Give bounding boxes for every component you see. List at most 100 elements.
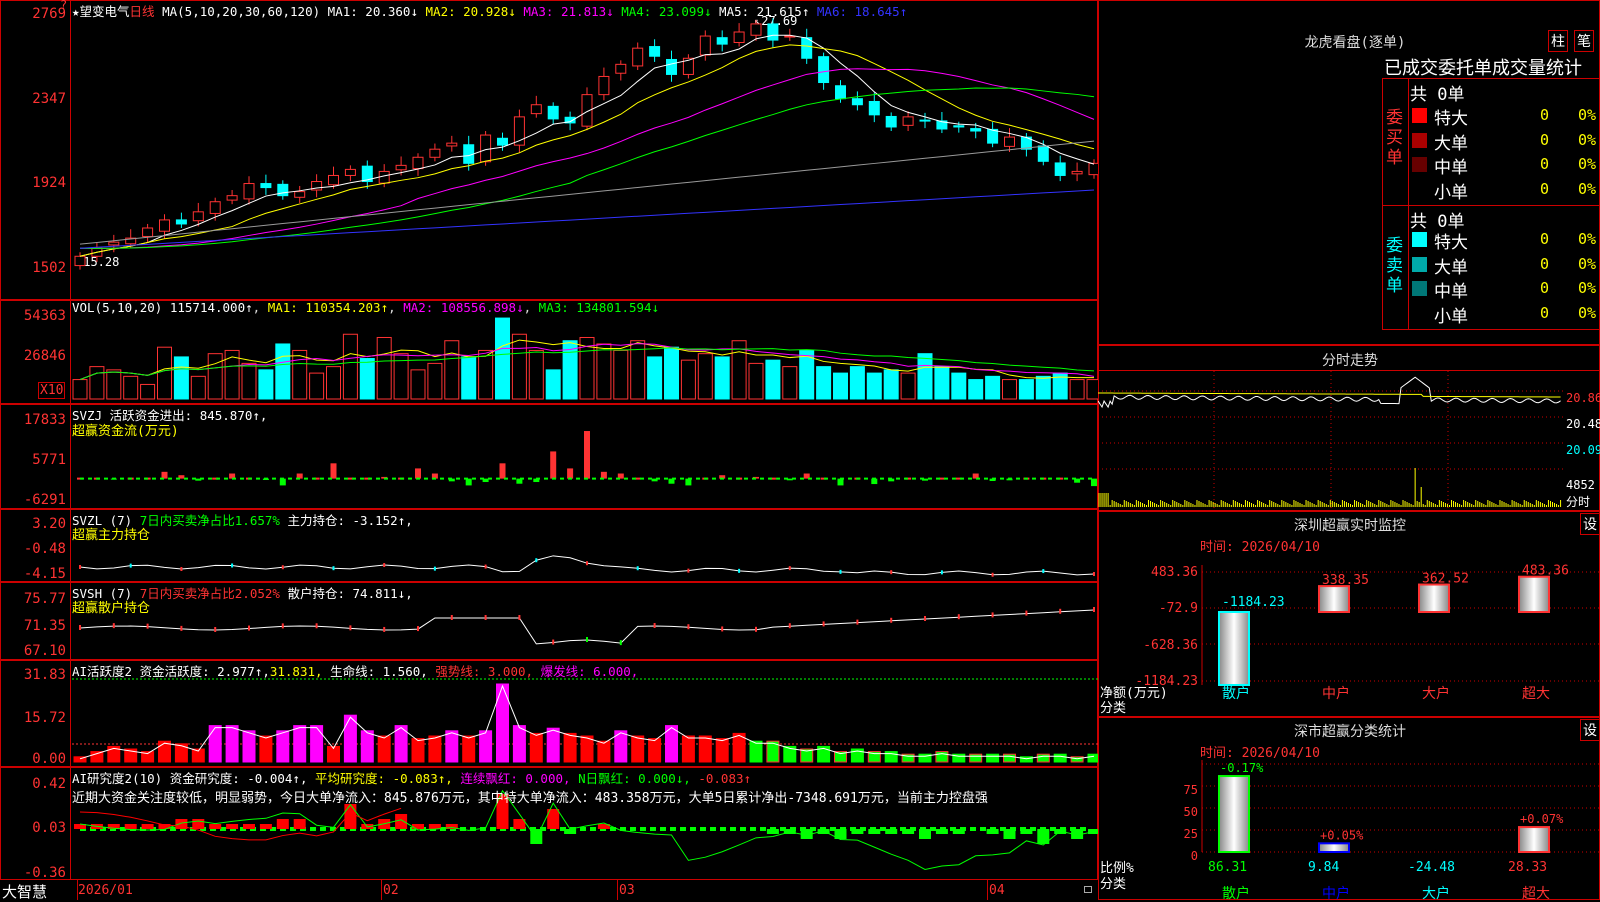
candle-body <box>716 37 728 45</box>
ai1-ytick: 31.83 <box>23 667 66 683</box>
svzj-zero-dash <box>480 477 484 480</box>
tick-mode-button[interactable]: 笔 <box>1574 30 1594 52</box>
svzl-ytick: -0.48 <box>23 541 66 557</box>
ai1-bar <box>174 743 188 763</box>
lhb-row-name: 中单 <box>1434 282 1468 302</box>
volume-bar <box>748 362 764 400</box>
svzj-zero-dash <box>384 477 388 480</box>
svzj-zero-dash <box>128 477 132 480</box>
ai2-bar <box>952 829 965 834</box>
svsh-ytick: 67.10 <box>23 643 66 659</box>
class-value: -24.48 <box>1408 860 1455 875</box>
svzj-ytick: -6291 <box>23 492 66 508</box>
svzj-zero-dash <box>792 477 796 480</box>
svzj-zero-dash <box>800 477 804 480</box>
svzj-zero-dash <box>1088 477 1092 480</box>
svsh-mark <box>1059 608 1062 614</box>
candle-body <box>547 105 559 120</box>
vol-ma2: MA2: 108556.898↓ <box>403 300 524 315</box>
svzj-bar <box>584 431 590 479</box>
svzl-mark <box>636 566 639 571</box>
candle-body <box>902 116 914 126</box>
ma-line <box>79 44 1095 257</box>
ai2-bar <box>243 824 255 829</box>
svzj-zero-dash <box>600 477 604 480</box>
class-change: -0.17% <box>1220 761 1264 775</box>
candle-body <box>767 23 779 41</box>
svzj-zero-dash <box>344 477 348 480</box>
realtime-svg: -1184.23 散户 338.35 中户 362.52 大户 483.36 超大 <box>1201 564 1600 702</box>
svsh-mark <box>1093 607 1095 612</box>
svsh-mark <box>450 615 453 620</box>
ai2-bar <box>1020 829 1033 834</box>
lhb-swatch <box>1412 305 1427 321</box>
svzj-zero-dash <box>424 477 428 480</box>
ai2-bar <box>851 829 864 834</box>
svzl-mark <box>788 566 791 571</box>
ai2-bar <box>226 824 239 829</box>
svzj-zero-dash <box>784 477 788 480</box>
main-ytick: 1924 <box>32 175 66 191</box>
svzj-zero-dash <box>320 477 324 480</box>
ma2-value: MA2: 20.928↓ <box>425 4 516 19</box>
svzj-zero-dash <box>968 477 972 480</box>
ai2-zero-dash <box>760 827 766 831</box>
period-label[interactable]: 日线 <box>130 4 155 19</box>
svzj-zero-dash <box>744 477 748 480</box>
ai1-bar <box>479 730 493 763</box>
candle-body <box>1004 136 1015 147</box>
class-settings-button[interactable]: 设 <box>1580 719 1600 741</box>
class-bar <box>1318 842 1350 853</box>
volume-bar <box>241 362 257 400</box>
ai2-zero-dash <box>690 827 696 831</box>
volume-bar <box>968 379 984 400</box>
candle-body <box>480 134 492 163</box>
volume-bar <box>1018 379 1034 400</box>
svzj-zero-dash <box>848 477 852 480</box>
intraday-svg <box>1098 371 1564 510</box>
candle-body <box>987 128 999 144</box>
candle-body <box>970 128 982 132</box>
realtime-settings-button[interactable]: 设 <box>1580 513 1600 535</box>
volume-bar <box>495 317 510 400</box>
svzj-bar <box>499 463 506 479</box>
svzj-zero-dash <box>80 477 84 480</box>
lhb-row-pct: 0% <box>1578 279 1597 297</box>
svzj-zero-dash <box>440 477 444 480</box>
svsh-mark <box>552 639 555 645</box>
svzl-mark <box>1042 569 1045 574</box>
svzj-zero-dash <box>216 477 220 480</box>
candle-body <box>750 23 762 36</box>
ai2-cont: 连续飘红: 0.000, <box>460 771 571 786</box>
svzj-bar <box>600 471 607 479</box>
volume-bar <box>545 369 561 400</box>
ai1-bar <box>681 735 695 763</box>
svzj-zero-dash <box>464 477 468 480</box>
svzj-zero-dash <box>664 477 668 480</box>
svzj-zero-dash <box>144 477 148 480</box>
ai2-zero-dash <box>750 827 756 831</box>
svzj-zero-dash <box>896 477 900 480</box>
svzj-zero-dash <box>824 477 828 480</box>
svsh-mark <box>822 621 825 627</box>
svzj-zero-dash <box>776 477 780 480</box>
bar-mode-button[interactable]: 柱 <box>1548 30 1568 52</box>
svzj-zero-dash <box>960 477 964 480</box>
class-value: 28.33 <box>1508 860 1547 875</box>
svzl-mark <box>687 568 690 573</box>
lhb-swatch <box>1412 256 1427 272</box>
svzj-zero-dash <box>256 477 260 480</box>
svzl-mark <box>484 564 487 569</box>
ai2-bar <box>124 824 137 829</box>
ai2-bar <box>919 829 931 839</box>
svzj-zero-dash <box>352 477 356 480</box>
svzj-zero-dash <box>1064 477 1068 480</box>
volume-bar <box>140 383 156 400</box>
ai1-bar <box>969 753 983 763</box>
intraday-title: 分时走势 <box>1322 353 1378 369</box>
svzj-zero-dash <box>584 477 588 480</box>
candle-body <box>378 170 390 184</box>
realtime-value: 483.36 <box>1522 564 1569 579</box>
volume-bar <box>123 375 139 400</box>
ai2-zero-dash <box>590 827 596 831</box>
